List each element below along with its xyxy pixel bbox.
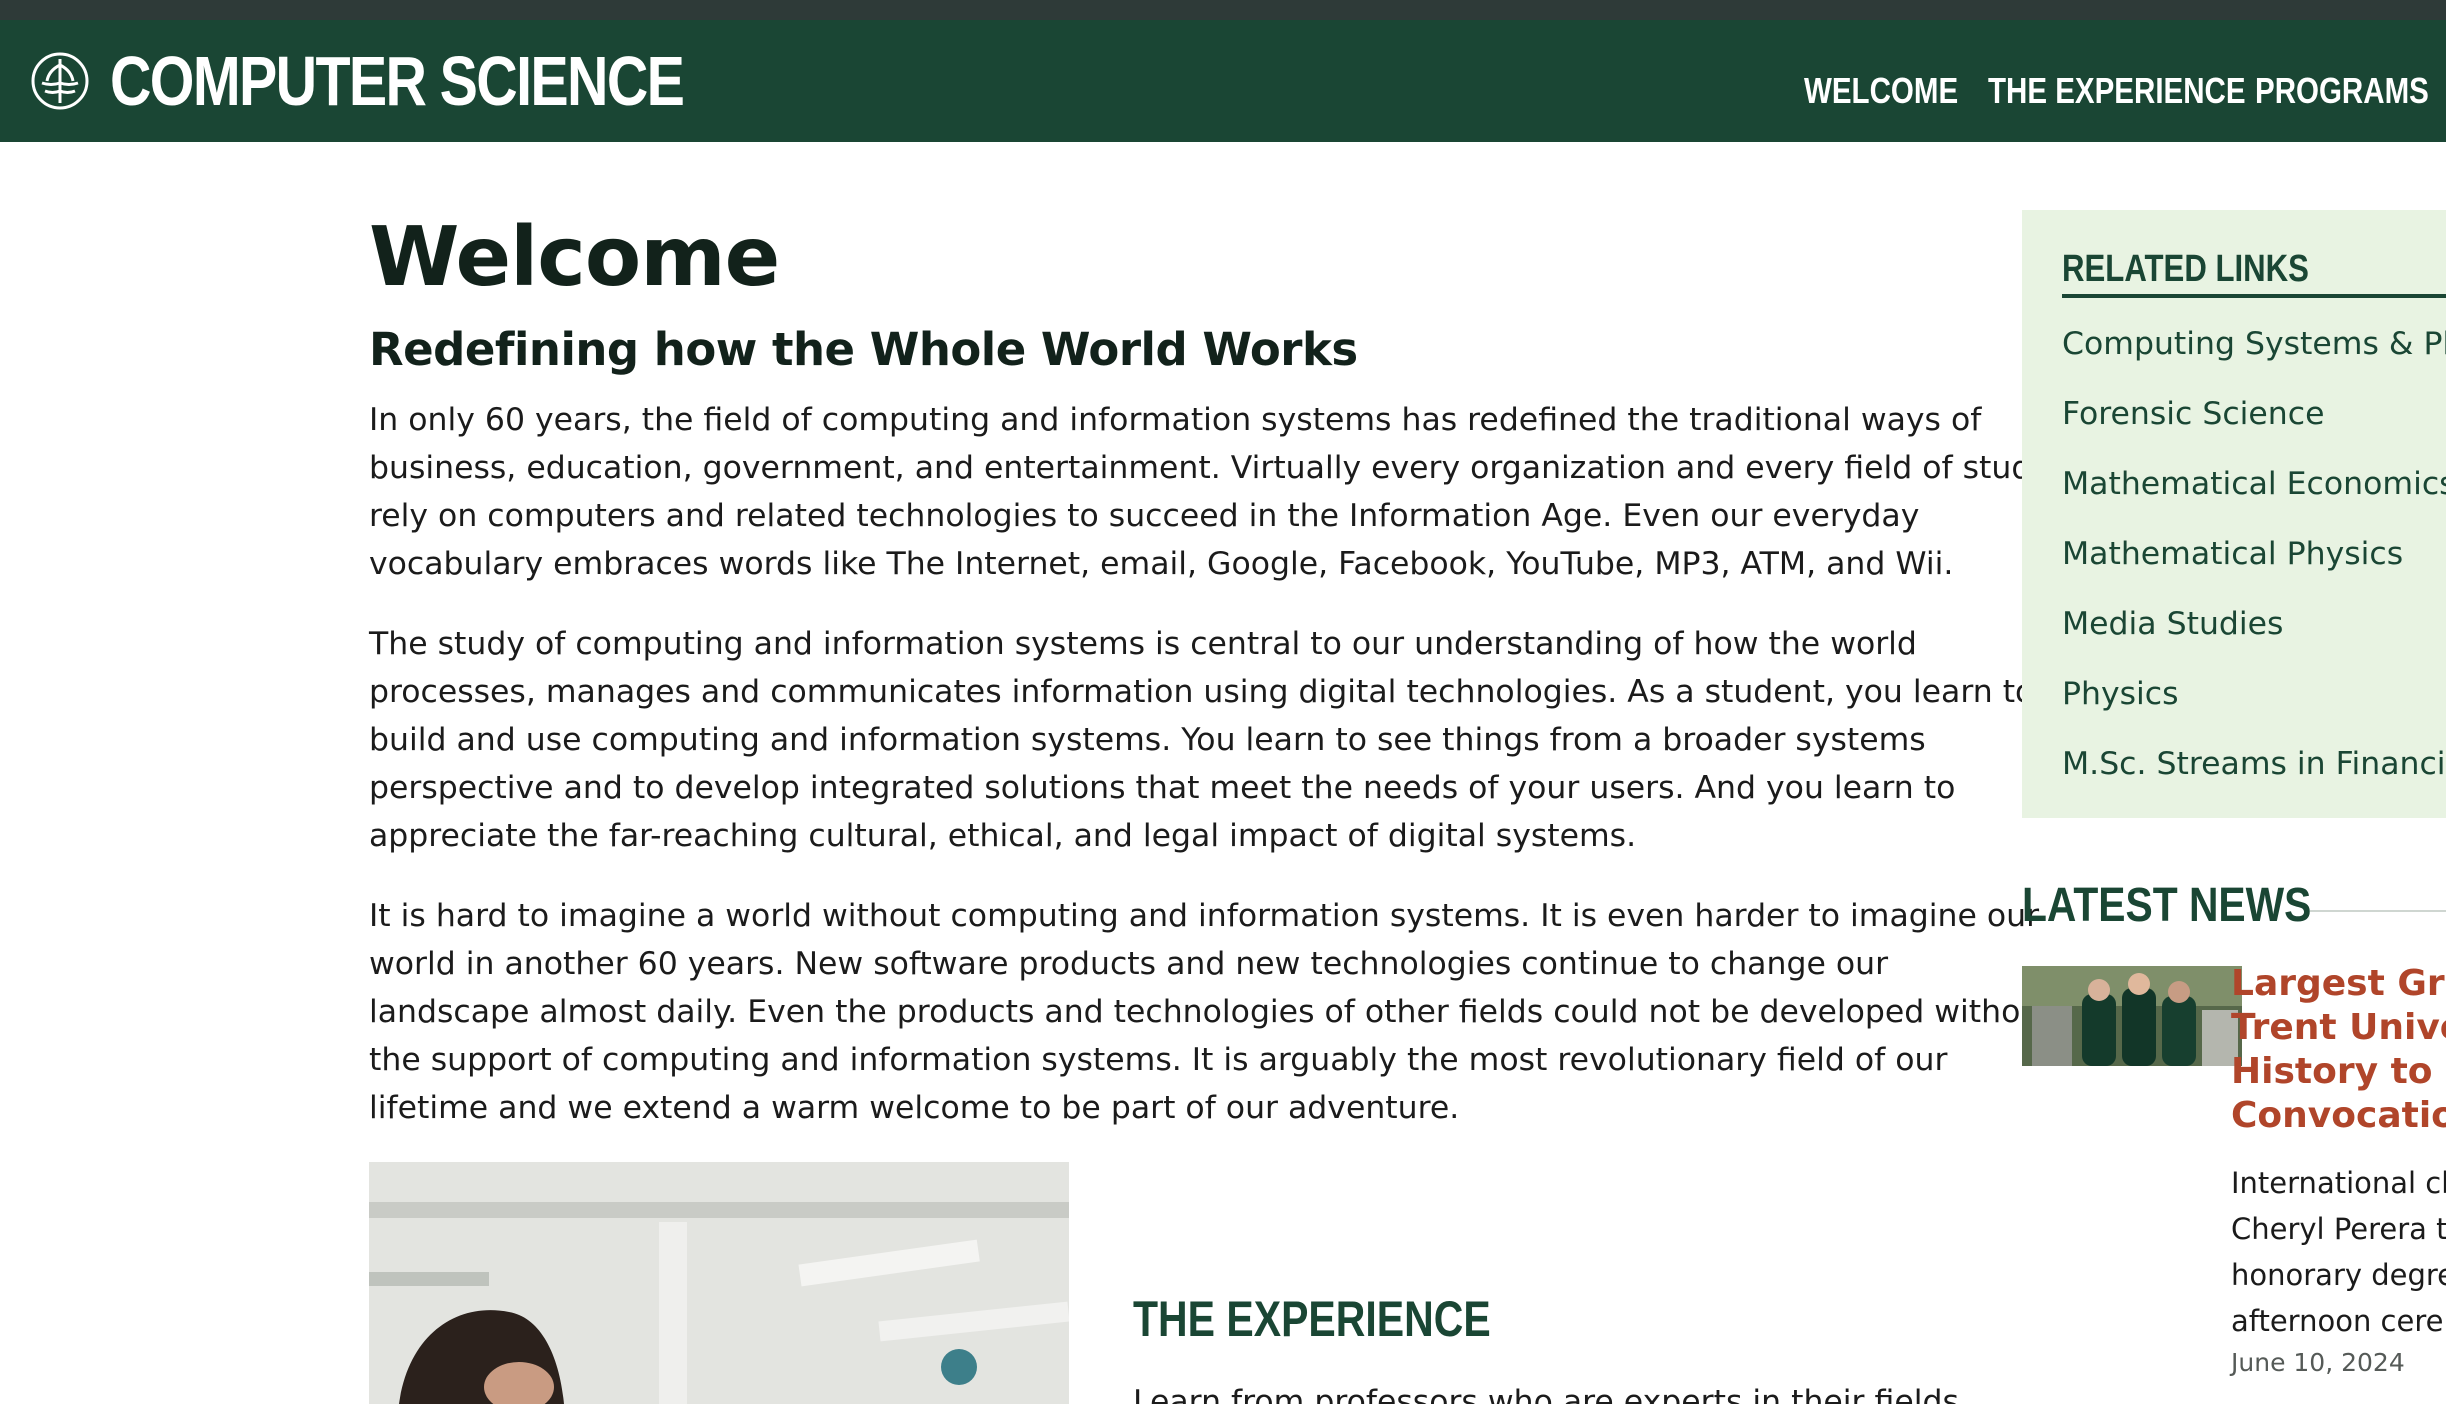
text-line: perspective and to develop integrated so… (369, 770, 1956, 806)
news-thumbnail[interactable] (2022, 966, 2242, 1066)
intro-paragraph-1: In only 60 years, the field of computing… (369, 396, 2050, 588)
text-line: build and use computing and information … (369, 722, 1926, 758)
related-links-title: RELATED LINKS (2062, 248, 2309, 290)
text-line: It is hard to imagine a world without co… (369, 898, 2040, 934)
text-line: the support of computing and information… (369, 1042, 1948, 1078)
page-subtitle: Redefining how the Whole World Works (369, 323, 1358, 376)
summary-line: honorary degre (2231, 1258, 2446, 1292)
text-line: lifetime and we extend a warm welcome to… (369, 1090, 1460, 1126)
text-line: business, education, government, and ent… (369, 450, 2050, 486)
news-headline[interactable]: Largest Grad Trent Univers History to be… (2231, 962, 2446, 1138)
related-link[interactable]: Computing Systems & Physics (2062, 322, 2446, 366)
intro-paragraph-2: The study of computing and information s… (369, 620, 2035, 860)
headline-line[interactable]: Largest Grad (2231, 962, 2446, 1006)
text-line: vocabulary embraces words like The Inter… (369, 546, 1954, 582)
text-line: appreciate the far-reaching cultural, et… (369, 818, 1637, 854)
nav-programs[interactable]: PROGRAMS (2255, 68, 2429, 114)
text-line: rely on computers and related technologi… (369, 498, 1920, 534)
related-link[interactable]: Mathematical Physics (2062, 532, 2403, 576)
news-date: June 10, 2024 (2231, 1348, 2405, 1377)
browser-top-strip (0, 0, 2446, 20)
text-line: landscape almost daily. Even the product… (369, 994, 2053, 1030)
related-link[interactable]: Media Studies (2062, 602, 2283, 646)
text-line: In only 60 years, the field of computing… (369, 402, 1982, 438)
nav-the-experience[interactable]: THE EXPERIENCE (1988, 68, 2246, 114)
latest-news-title: LATEST NEWS (2022, 879, 2312, 932)
related-links-divider (2062, 294, 2446, 298)
related-link[interactable]: Physics (2062, 672, 2179, 716)
nav-welcome[interactable]: WELCOME (1804, 68, 1958, 114)
related-link[interactable]: M.Sc. Streams in Financial (2062, 742, 2446, 786)
summary-line: afternoon ceren (2231, 1304, 2446, 1338)
site-brand[interactable]: COMPUTER SCIENCE (110, 40, 685, 122)
headline-line[interactable]: History to be (2231, 1050, 2446, 1094)
trent-university-logo[interactable] (30, 51, 90, 111)
site-header: COMPUTER SCIENCE WELCOME THE EXPERIENCE … (0, 20, 2446, 142)
text-line: The study of computing and information s… (369, 626, 1917, 662)
latest-news-divider (2310, 910, 2446, 912)
related-links-panel: RELATED LINKS Computing Systems & Physic… (2022, 210, 2446, 818)
news-summary: International ch Cheryl Perera to honora… (2231, 1160, 2446, 1344)
page-title: Welcome (369, 210, 780, 305)
text-line: processes, manages and communicates info… (369, 674, 2035, 710)
experience-text: Learn from professors who are experts in… (1133, 1384, 1959, 1404)
summary-line: International ch (2231, 1166, 2446, 1200)
experience-heading: THE EXPERIENCE (1133, 1291, 1491, 1347)
related-link[interactable]: Mathematical Economics (2062, 462, 2446, 506)
headline-line[interactable]: Trent Univers (2231, 1006, 2446, 1050)
experience-photo (369, 1162, 1069, 1404)
text-line: world in another 60 years. New software … (369, 946, 1889, 982)
summary-line: Cheryl Perera to (2231, 1212, 2446, 1246)
intro-paragraph-3: It is hard to imagine a world without co… (369, 892, 2053, 1132)
related-link[interactable]: Forensic Science (2062, 392, 2324, 436)
headline-line[interactable]: Convocation (2231, 1094, 2446, 1138)
